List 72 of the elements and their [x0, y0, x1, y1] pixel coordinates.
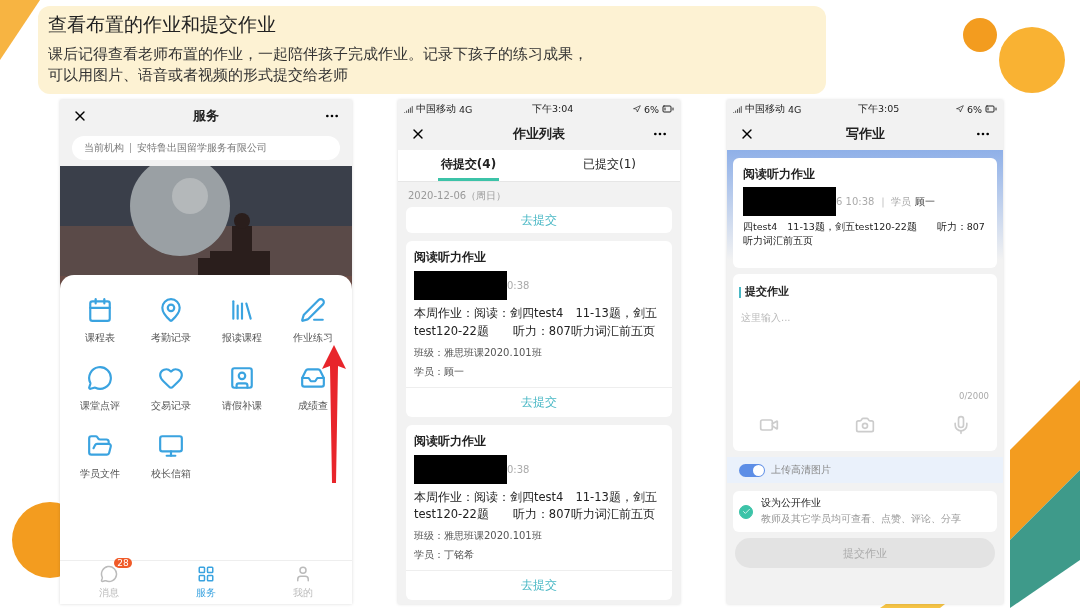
student-text: 学员：顾一 [414, 364, 465, 379]
hd-toggle[interactable] [739, 463, 765, 477]
service-label[interactable]: 交易记录 [150, 399, 191, 413]
student-text: 学员：丁铭希 [414, 548, 475, 563]
slide-title: 查看布置的作业和提交作业 [48, 12, 277, 37]
list-tab[interactable]: 待提交(4) [438, 150, 499, 181]
slide-description: 课后记得查看老师布置的作业，一起陪伴孩子完成作业。记录下孩子的练习成果， [48, 45, 589, 64]
date-text: 2020-12-06（周日） [407, 189, 508, 203]
microphone-icon[interactable] [951, 415, 971, 435]
org-field[interactable]: 当前机构 安特鲁出国留学服务有限公司 [72, 136, 340, 160]
homework-description: 本周作业：阅读：剑四test4 11-13题，剑五test120-22题 听力：807听力词汇前五页 [414, 488, 658, 524]
public-hint: 教师及其它学员均可查看、点赞、评论、分享 [761, 513, 961, 526]
section-title: 提交作业 [733, 274, 997, 299]
tray-icon[interactable] [299, 365, 326, 391]
network-text: 4G [459, 103, 473, 115]
person-card-icon[interactable] [228, 365, 255, 391]
screen-title: 服务 [193, 107, 219, 125]
network-text: 4G [788, 103, 802, 115]
stripe-decoration [0, 0, 40, 60]
homework-title: 阅读听力作业 [414, 432, 487, 450]
class-text: 班级：雅思班课2020.101班 [414, 529, 543, 544]
battery-text: 6% [966, 103, 982, 115]
circle-decoration [963, 18, 997, 52]
slide-description: 可以用图片、语音或者视频的形式提交给老师 [48, 66, 349, 85]
chat-bubble-icon [99, 565, 118, 583]
service-label[interactable]: 请假补课 [221, 399, 262, 413]
homework-description: 本周作业：阅读：剑四test4 11-13题，剑五test120-22题 听力：807听力词汇前五页 [414, 305, 658, 340]
homework-title: 阅读听力作业 [743, 166, 816, 183]
monitor-icon[interactable] [157, 433, 184, 459]
student-text: 顾一 [914, 194, 935, 209]
check-icon [741, 507, 751, 516]
screen-title: 写作业 [845, 125, 885, 143]
service-label[interactable]: 作业练习 [292, 331, 333, 345]
list-tab[interactable]: 已提交(1) [579, 150, 640, 181]
service-label[interactable]: 成绩查 [297, 399, 328, 413]
signal-icon [404, 104, 413, 114]
heart-icon[interactable] [157, 365, 184, 391]
screen-title: 作业列表 [513, 125, 565, 143]
battery-icon [662, 103, 674, 115]
pen-icon[interactable] [299, 297, 326, 323]
clock-text: 下午3:05 [858, 102, 900, 116]
time-text: 0:38 [507, 280, 530, 291]
battery-text: 6% [643, 103, 659, 115]
toggle-label: 上传高清图片 [771, 463, 831, 477]
char-counter: 0/2000 [733, 391, 997, 401]
homework-title: 阅读听力作业 [414, 249, 487, 266]
homework-description: 四test4 11-13题，剑五test120-22题 听力：807听力词汇前五页 [743, 220, 986, 249]
count-badge: 28 [114, 558, 132, 568]
public-checkbox[interactable] [739, 504, 753, 519]
carrier-text: 中国移动 [745, 102, 785, 116]
meta-text: 6 10:38 ｜ 学员 [836, 194, 911, 209]
service-label[interactable]: 校长信箱 [150, 467, 191, 481]
location-icon [632, 105, 641, 113]
class-text: 班级：雅思班课2020.101班 [414, 345, 543, 360]
service-label[interactable]: 课程表 [84, 331, 115, 345]
camera-icon[interactable] [855, 415, 875, 435]
battery-icon [985, 103, 997, 115]
signal-icon [733, 104, 742, 114]
service-label[interactable]: 考勤记录 [150, 331, 191, 345]
public-label: 设为公开作业 [761, 497, 822, 510]
service-label[interactable]: 学员文件 [79, 467, 120, 481]
calendar-icon[interactable] [86, 297, 113, 323]
chat-bubble-icon[interactable] [86, 365, 113, 391]
time-text: 0:38 [507, 463, 530, 475]
folder-icon[interactable] [86, 433, 113, 459]
circle-decoration [999, 27, 1065, 93]
grid-icon [197, 565, 215, 583]
location-icon [955, 105, 964, 113]
service-label[interactable]: 课堂点评 [79, 399, 120, 413]
carrier-text: 中国移动 [416, 102, 456, 116]
service-label[interactable]: 报读课程 [221, 331, 262, 345]
clock-text: 下午3:04 [532, 102, 574, 116]
